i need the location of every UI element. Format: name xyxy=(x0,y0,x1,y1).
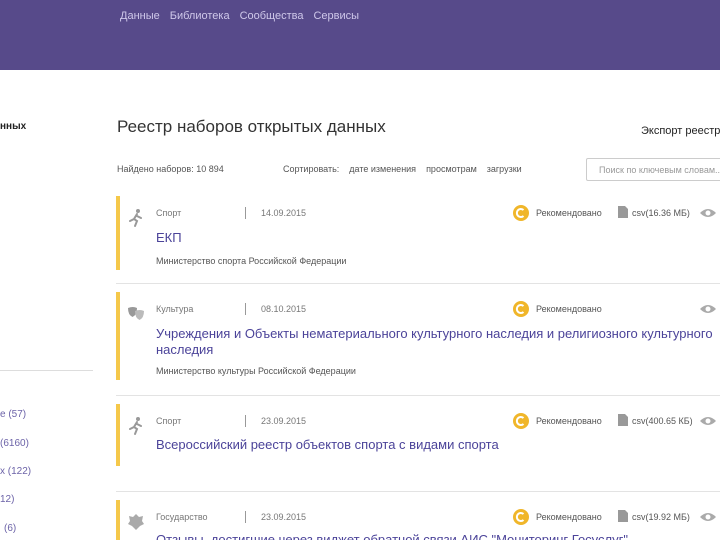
divider xyxy=(245,207,246,219)
top-nav: Данные Библиотека Сообщества Сервисы xyxy=(120,10,369,22)
sidebar-filter-item[interactable]: х (122) xyxy=(0,466,31,477)
file-download-link[interactable]: csv(16.36 МБ) xyxy=(632,208,690,218)
recommended-badge-icon xyxy=(513,413,529,429)
dataset-organization: Министерство культуры Российской Федерац… xyxy=(156,366,356,376)
export-registry-link[interactable]: Экспорт реестр xyxy=(641,125,720,137)
dataset-title-line: Отзывы, достигшие через виджет обратной … xyxy=(156,532,628,540)
file-download-link[interactable]: csv(19.92 МБ) xyxy=(632,512,690,522)
views-eye-icon xyxy=(700,209,716,217)
sort-by-date[interactable]: дате изменения xyxy=(349,164,416,174)
page: Данные Библиотека Сообщества Сервисы нны… xyxy=(0,0,720,540)
nav-link-communities[interactable]: Сообщества xyxy=(240,10,304,22)
views-eye-icon xyxy=(700,305,716,313)
page-title: Реестр наборов открытых данных xyxy=(117,117,386,136)
dataset-title[interactable]: ЕКП xyxy=(156,230,182,246)
card-accent-bar xyxy=(116,404,120,466)
runner-icon xyxy=(129,417,142,435)
sort-by-downloads[interactable]: загрузки xyxy=(487,164,522,174)
sidebar-filter-item[interactable]: (6) xyxy=(4,523,16,534)
dataset-date: 14.09.2015 xyxy=(261,208,307,218)
divider xyxy=(245,511,246,523)
found-count: Найдено наборов: 10 894 xyxy=(117,164,224,174)
dataset-title-line: наследия xyxy=(156,342,214,357)
sidebar-filter-item[interactable]: е (57) xyxy=(0,409,26,420)
file-icon xyxy=(618,414,628,426)
dataset-title-line: ЕКП xyxy=(156,230,182,245)
card-accent-bar xyxy=(116,196,120,270)
sidebar-filter-item[interactable]: (6160) xyxy=(0,438,29,449)
dataset-title[interactable]: Отзывы, достигшие через виджет обратной … xyxy=(156,532,628,540)
sidebar-divider xyxy=(0,370,93,371)
dataset-card[interactable]: Культура 08.10.2015 Рекомендовано Учрежд… xyxy=(116,292,720,396)
dataset-title-line: Всероссийский реестр объектов спорта с в… xyxy=(156,437,499,452)
dataset-card[interactable]: Спорт 14.09.2015 Рекомендовано csv(16.36… xyxy=(116,196,720,284)
dataset-title[interactable]: Всероссийский реестр объектов спорта с в… xyxy=(156,437,499,453)
runner-icon xyxy=(129,209,142,227)
card-accent-bar xyxy=(116,292,120,380)
views-eye-icon xyxy=(700,513,716,521)
nav-link-library[interactable]: Библиотека xyxy=(170,10,230,22)
category-label: Культура xyxy=(156,304,194,314)
recommended-label: Рекомендовано xyxy=(536,208,602,218)
nav-link-data[interactable]: Данные xyxy=(120,10,160,22)
category-label: Спорт xyxy=(156,416,182,426)
nav-link-services[interactable]: Сервисы xyxy=(313,10,359,22)
sidebar-title: нных xyxy=(0,121,27,132)
dataset-card[interactable]: Государство 23.09.2015 Рекомендовано csv… xyxy=(116,500,720,540)
dataset-title-line: Учреждения и Объекты нематериального кул… xyxy=(156,326,713,341)
recommended-badge-icon xyxy=(513,301,529,317)
top-header: Данные Библиотека Сообщества Сервисы xyxy=(0,0,720,70)
dataset-date: 23.09.2015 xyxy=(261,416,307,426)
coat-of-arms-icon xyxy=(128,514,144,530)
dataset-card[interactable]: Спорт 23.09.2015 Рекомендовано csv(400.6… xyxy=(116,404,720,492)
sort-by-views[interactable]: просмотрам xyxy=(426,164,477,174)
theater-masks-icon xyxy=(128,307,144,320)
card-accent-bar xyxy=(116,500,120,540)
sort-label: Сортировать: xyxy=(283,164,340,174)
recommended-label: Рекомендовано xyxy=(536,512,602,522)
file-icon xyxy=(618,206,628,218)
sort-bar: Сортировать: дате изменения просмотрам з… xyxy=(283,164,522,174)
file-icon xyxy=(618,510,628,522)
category-label: Государство xyxy=(156,512,208,522)
recommended-label: Рекомендовано xyxy=(536,304,602,314)
divider xyxy=(245,303,246,315)
file-download-link[interactable]: csv(400.65 КБ) xyxy=(632,416,693,426)
views-eye-icon xyxy=(700,417,716,425)
dataset-date: 23.09.2015 xyxy=(261,512,307,522)
divider xyxy=(245,415,246,427)
dataset-date: 08.10.2015 xyxy=(261,304,307,314)
dataset-organization: Министерство спорта Российской Федерации xyxy=(156,256,347,266)
recommended-badge-icon xyxy=(513,205,529,221)
search-input[interactable] xyxy=(586,158,720,181)
category-label: Спорт xyxy=(156,208,182,218)
dataset-title[interactable]: Учреждения и Объекты нематериального кул… xyxy=(156,326,713,358)
recommended-label: Рекомендовано xyxy=(536,416,602,426)
recommended-badge-icon xyxy=(513,509,529,525)
sidebar-filter-item[interactable]: 12) xyxy=(0,494,14,505)
